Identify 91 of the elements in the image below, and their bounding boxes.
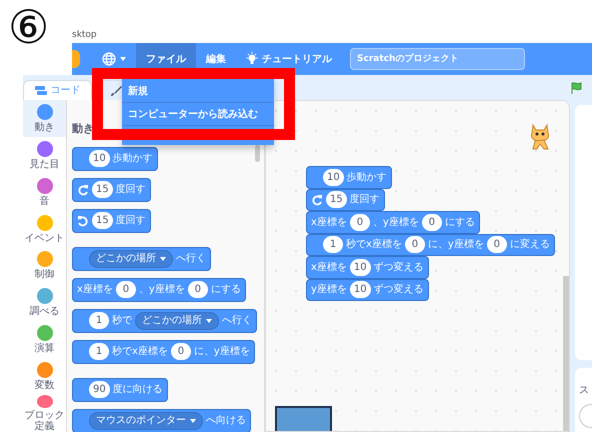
brush-icon xyxy=(110,84,122,96)
number-input[interactable]: 1 xyxy=(89,312,109,329)
block-label: ずつ変える xyxy=(374,260,424,275)
number-input[interactable]: 0 xyxy=(422,214,442,231)
block-label: へ行く xyxy=(222,314,252,328)
caret-icon xyxy=(206,318,212,322)
category-button[interactable]: 見た目 xyxy=(23,136,66,174)
code-block[interactable]: マウスのポインター へ向ける xyxy=(72,408,251,432)
code-block[interactable]: どこかの場所 へ行く xyxy=(72,246,211,270)
block-label: にする xyxy=(210,283,241,297)
code-block[interactable]: y座標を 10 ずつ変える xyxy=(306,278,429,301)
number-input[interactable]: 0 xyxy=(404,236,425,254)
number-input[interactable]: 15 xyxy=(92,212,113,229)
caret-icon xyxy=(160,256,166,260)
number-input[interactable]: 0 xyxy=(486,236,507,254)
block-label: 歩動かす xyxy=(346,170,387,185)
scrollbar[interactable] xyxy=(563,276,569,431)
panel-heading: ス xyxy=(579,384,589,398)
block-label: へ行く xyxy=(176,252,206,266)
step-number: ⑥ xyxy=(8,4,50,50)
number-input[interactable]: 15 xyxy=(92,181,113,198)
code-block[interactable]: 1 秒でx座標を 0 に、y座標を 0 に変える xyxy=(306,234,555,256)
code-block[interactable]: x座標を 0 、y座標を 0 にする xyxy=(306,211,480,234)
block-label: へ向ける xyxy=(206,414,246,428)
category-button[interactable]: 音 xyxy=(23,174,66,211)
number-input[interactable]: 10 xyxy=(350,258,371,276)
block-label: に、y座標を xyxy=(194,344,250,359)
block-label: 秒でx座標を xyxy=(346,238,402,252)
rotate-right-icon xyxy=(311,194,323,206)
block-label: にする xyxy=(444,216,475,230)
category-button[interactable]: イベント xyxy=(23,210,66,248)
globe-icon xyxy=(102,52,116,66)
square-drawing xyxy=(275,406,332,431)
caret-icon xyxy=(120,57,126,61)
flag-icon xyxy=(570,82,582,94)
block-label: に、y座標を xyxy=(428,238,484,252)
category-button[interactable]: 変数 xyxy=(23,358,66,395)
lightbulb-icon xyxy=(246,52,258,66)
code-block[interactable]: 90 度に向ける xyxy=(72,378,168,402)
block-label: に変える xyxy=(510,238,550,252)
number-input[interactable]: 10 xyxy=(350,281,371,298)
block-label: 秒でx座標を xyxy=(112,344,168,359)
code-block[interactable]: 10 歩動かす xyxy=(306,166,392,188)
category-button[interactable]: ブロック定義 xyxy=(23,395,66,432)
code-block[interactable]: 1 秒で どこかの場所 へ行く xyxy=(72,308,257,332)
number-input[interactable]: 90 xyxy=(89,381,110,398)
dropdown-input[interactable]: どこかの場所 xyxy=(89,250,173,268)
number-input[interactable]: 0 xyxy=(170,343,191,360)
number-input[interactable]: 0 xyxy=(350,214,370,231)
block-label: 、y座標を xyxy=(372,216,419,230)
sprite-thumbnail[interactable] xyxy=(579,404,592,428)
number-input[interactable]: 10 xyxy=(323,168,344,186)
category-button[interactable]: 調べる xyxy=(23,284,66,322)
code-icon xyxy=(34,86,46,95)
caret-icon xyxy=(190,418,196,422)
number-input[interactable]: 0 xyxy=(188,281,208,298)
block-label: 度に向ける xyxy=(112,382,163,397)
window-title: sktop xyxy=(72,29,97,42)
logo-icon xyxy=(72,50,80,68)
number-input[interactable]: 0 xyxy=(116,281,136,298)
dropdown-input[interactable]: どこかの場所 xyxy=(135,312,219,330)
block-label: y座標を xyxy=(311,282,347,298)
code-block[interactable]: 10 歩動かす xyxy=(72,146,158,170)
code-block[interactable]: 15 度回す xyxy=(72,208,151,232)
category-button[interactable]: 制御 xyxy=(23,248,66,284)
number-input[interactable]: 15 xyxy=(326,191,347,208)
number-input[interactable]: 10 xyxy=(89,150,110,167)
code-block[interactable]: 1 秒でx座標を 0 に、y座標を xyxy=(72,340,255,364)
code-block[interactable]: x座標を 0 、y座標を 0 にする xyxy=(72,278,246,302)
block-label: x座標を xyxy=(77,282,113,297)
rotate-left-icon xyxy=(77,214,89,226)
block-label: ずつ変える xyxy=(374,282,424,298)
number-input[interactable]: 1 xyxy=(323,236,343,254)
rotate-right-icon xyxy=(77,184,89,196)
block-label: x座標を xyxy=(311,216,347,230)
code-block[interactable]: 15 度回す xyxy=(306,188,385,211)
number-input[interactable]: 1 xyxy=(89,343,109,360)
block-label: 秒で xyxy=(112,314,132,328)
code-block[interactable]: x座標を 10 ずつ変える xyxy=(306,256,429,278)
block-label: 度回す xyxy=(350,192,380,208)
scrollbar[interactable] xyxy=(255,145,260,162)
block-label: x座標を xyxy=(311,260,347,275)
block-label: 度回す xyxy=(116,182,146,197)
block-label: 歩動かす xyxy=(112,152,153,166)
category-button[interactable]: 演算 xyxy=(23,321,66,358)
block-label: 度回す xyxy=(116,214,146,228)
category-button[interactable]: 動き xyxy=(23,100,66,137)
category-heading: 動き xyxy=(72,121,94,137)
dropdown-input[interactable]: マウスのポインター xyxy=(89,412,203,430)
block-label: 、y座標を xyxy=(138,282,185,297)
code-block[interactable]: 15 度回す xyxy=(72,178,151,202)
